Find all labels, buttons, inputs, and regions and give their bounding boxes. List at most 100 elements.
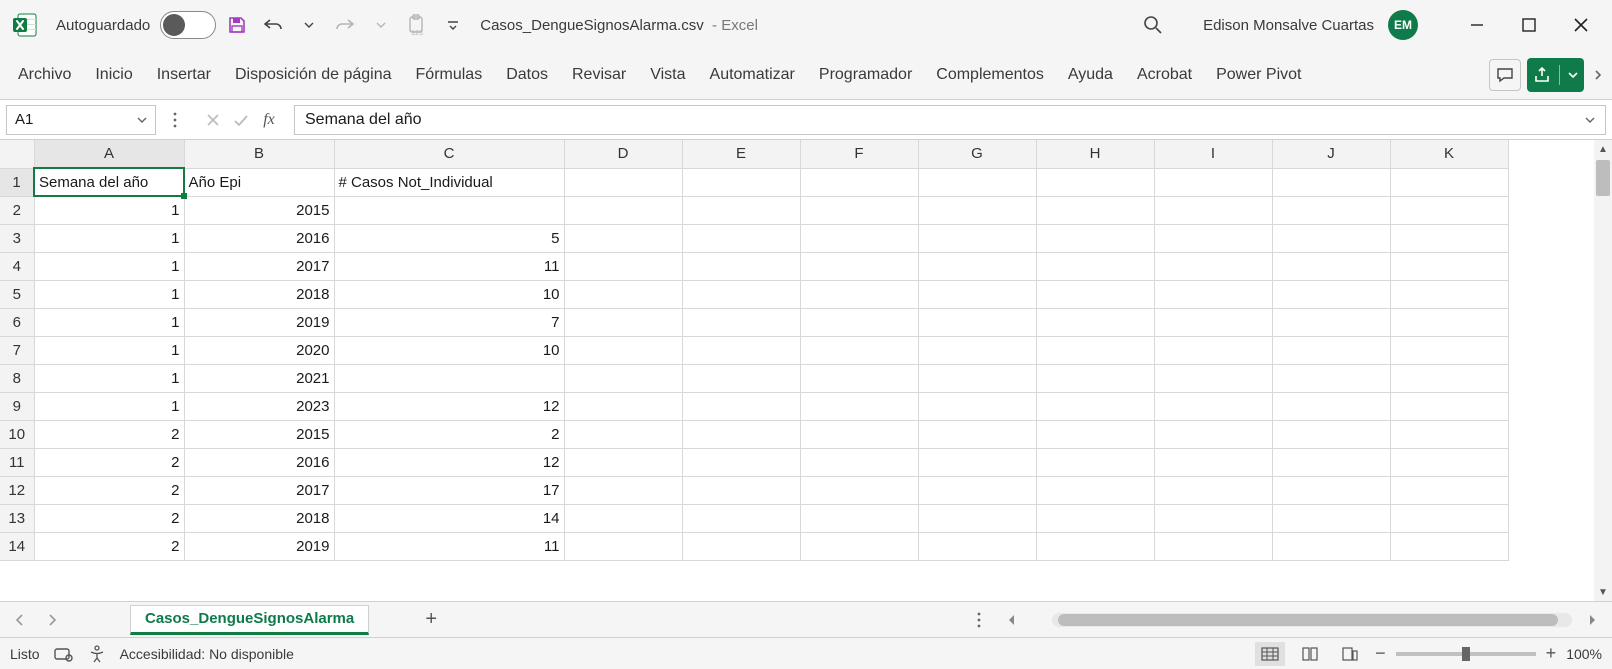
cell-G2[interactable] [918,196,1036,224]
maximize-button[interactable] [1506,5,1552,45]
cell-A8[interactable]: 1 [34,364,184,392]
cell-C11[interactable]: 12 [334,448,564,476]
cell-D7[interactable] [564,336,682,364]
cell-C5[interactable]: 10 [334,280,564,308]
cell-C12[interactable]: 17 [334,476,564,504]
cell-J12[interactable] [1272,476,1390,504]
cell-J14[interactable] [1272,532,1390,560]
cell-C4[interactable]: 11 [334,252,564,280]
row-header-9[interactable]: 9 [0,392,34,420]
cell-B5[interactable]: 2018 [184,280,334,308]
cell-F11[interactable] [800,448,918,476]
zoom-in-button[interactable]: + [1546,643,1557,664]
share-button[interactable] [1527,58,1584,92]
formula-input[interactable]: Semana del año [294,105,1606,135]
cell-D5[interactable] [564,280,682,308]
cell-F7[interactable] [800,336,918,364]
cell-K8[interactable] [1390,364,1508,392]
autosave-toggle[interactable] [160,11,216,39]
column-header-D[interactable]: D [564,140,682,168]
cell-K7[interactable] [1390,336,1508,364]
cell-C7[interactable]: 10 [334,336,564,364]
cell-H3[interactable] [1036,224,1154,252]
ribbon-tab-fórmulas[interactable]: Fórmulas [404,58,495,92]
cell-E6[interactable] [682,308,800,336]
cell-I9[interactable] [1154,392,1272,420]
name-box[interactable]: A1 [6,105,156,135]
ribbon-tab-archivo[interactable]: Archivo [6,58,83,92]
cell-B4[interactable]: 2017 [184,252,334,280]
cell-J4[interactable] [1272,252,1390,280]
scroll-up-arrow[interactable]: ▲ [1594,140,1612,158]
cell-F14[interactable] [800,532,918,560]
view-normal-button[interactable] [1255,642,1285,666]
cell-K4[interactable] [1390,252,1508,280]
sheet-nav-prev[interactable] [8,608,32,632]
ribbon-tab-acrobat[interactable]: Acrobat [1125,58,1204,92]
cell-D2[interactable] [564,196,682,224]
row-header-14[interactable]: 14 [0,532,34,560]
cell-B14[interactable]: 2019 [184,532,334,560]
ribbon-tab-automatizar[interactable]: Automatizar [698,58,807,92]
cell-G11[interactable] [918,448,1036,476]
cell-I13[interactable] [1154,504,1272,532]
comments-button[interactable] [1489,59,1521,91]
undo-dropdown[interactable] [294,10,324,40]
ribbon-tab-ayuda[interactable]: Ayuda [1056,58,1125,92]
cell-E10[interactable] [682,420,800,448]
cell-A10[interactable]: 2 [34,420,184,448]
cell-B9[interactable]: 2023 [184,392,334,420]
column-header-H[interactable]: H [1036,140,1154,168]
cell-F9[interactable] [800,392,918,420]
column-header-J[interactable]: J [1272,140,1390,168]
cell-I12[interactable] [1154,476,1272,504]
hscroll-right[interactable] [1580,608,1604,632]
cell-I7[interactable] [1154,336,1272,364]
row-header-10[interactable]: 10 [0,420,34,448]
cell-F5[interactable] [800,280,918,308]
cell-C13[interactable]: 14 [334,504,564,532]
paste-button[interactable]: 123 [402,10,432,40]
cell-H5[interactable] [1036,280,1154,308]
cell-J7[interactable] [1272,336,1390,364]
cell-I5[interactable] [1154,280,1272,308]
cell-E3[interactable] [682,224,800,252]
cell-D14[interactable] [564,532,682,560]
cell-B8[interactable]: 2021 [184,364,334,392]
cell-E11[interactable] [682,448,800,476]
cell-J6[interactable] [1272,308,1390,336]
cell-B2[interactable]: 2015 [184,196,334,224]
vertical-scroll-thumb[interactable] [1596,160,1610,196]
column-header-I[interactable]: I [1154,140,1272,168]
search-button[interactable] [1139,11,1167,39]
cell-K2[interactable] [1390,196,1508,224]
ribbon-tab-power-pivot[interactable]: Power Pivot [1204,58,1313,92]
accessibility-label[interactable]: Accesibilidad: No disponible [120,646,294,662]
cell-K1[interactable] [1390,168,1508,196]
cell-J13[interactable] [1272,504,1390,532]
cell-C10[interactable]: 2 [334,420,564,448]
cell-C9[interactable]: 12 [334,392,564,420]
spreadsheet-grid[interactable]: ABCDEFGHIJK1Semana del añoAño Epi# Casos… [0,140,1612,601]
cell-I8[interactable] [1154,364,1272,392]
cell-B6[interactable]: 2019 [184,308,334,336]
cell-K10[interactable] [1390,420,1508,448]
cell-F13[interactable] [800,504,918,532]
cell-A4[interactable]: 1 [34,252,184,280]
cell-E12[interactable] [682,476,800,504]
cell-E1[interactable] [682,168,800,196]
cell-D13[interactable] [564,504,682,532]
column-header-B[interactable]: B [184,140,334,168]
cell-F2[interactable] [800,196,918,224]
cell-C14[interactable]: 11 [334,532,564,560]
cell-D1[interactable] [564,168,682,196]
cell-E5[interactable] [682,280,800,308]
ribbon-tab-revisar[interactable]: Revisar [560,58,638,92]
column-header-C[interactable]: C [334,140,564,168]
zoom-out-button[interactable]: − [1375,643,1386,664]
row-header-12[interactable]: 12 [0,476,34,504]
cell-H14[interactable] [1036,532,1154,560]
cell-H8[interactable] [1036,364,1154,392]
cell-B10[interactable]: 2015 [184,420,334,448]
cell-E9[interactable] [682,392,800,420]
